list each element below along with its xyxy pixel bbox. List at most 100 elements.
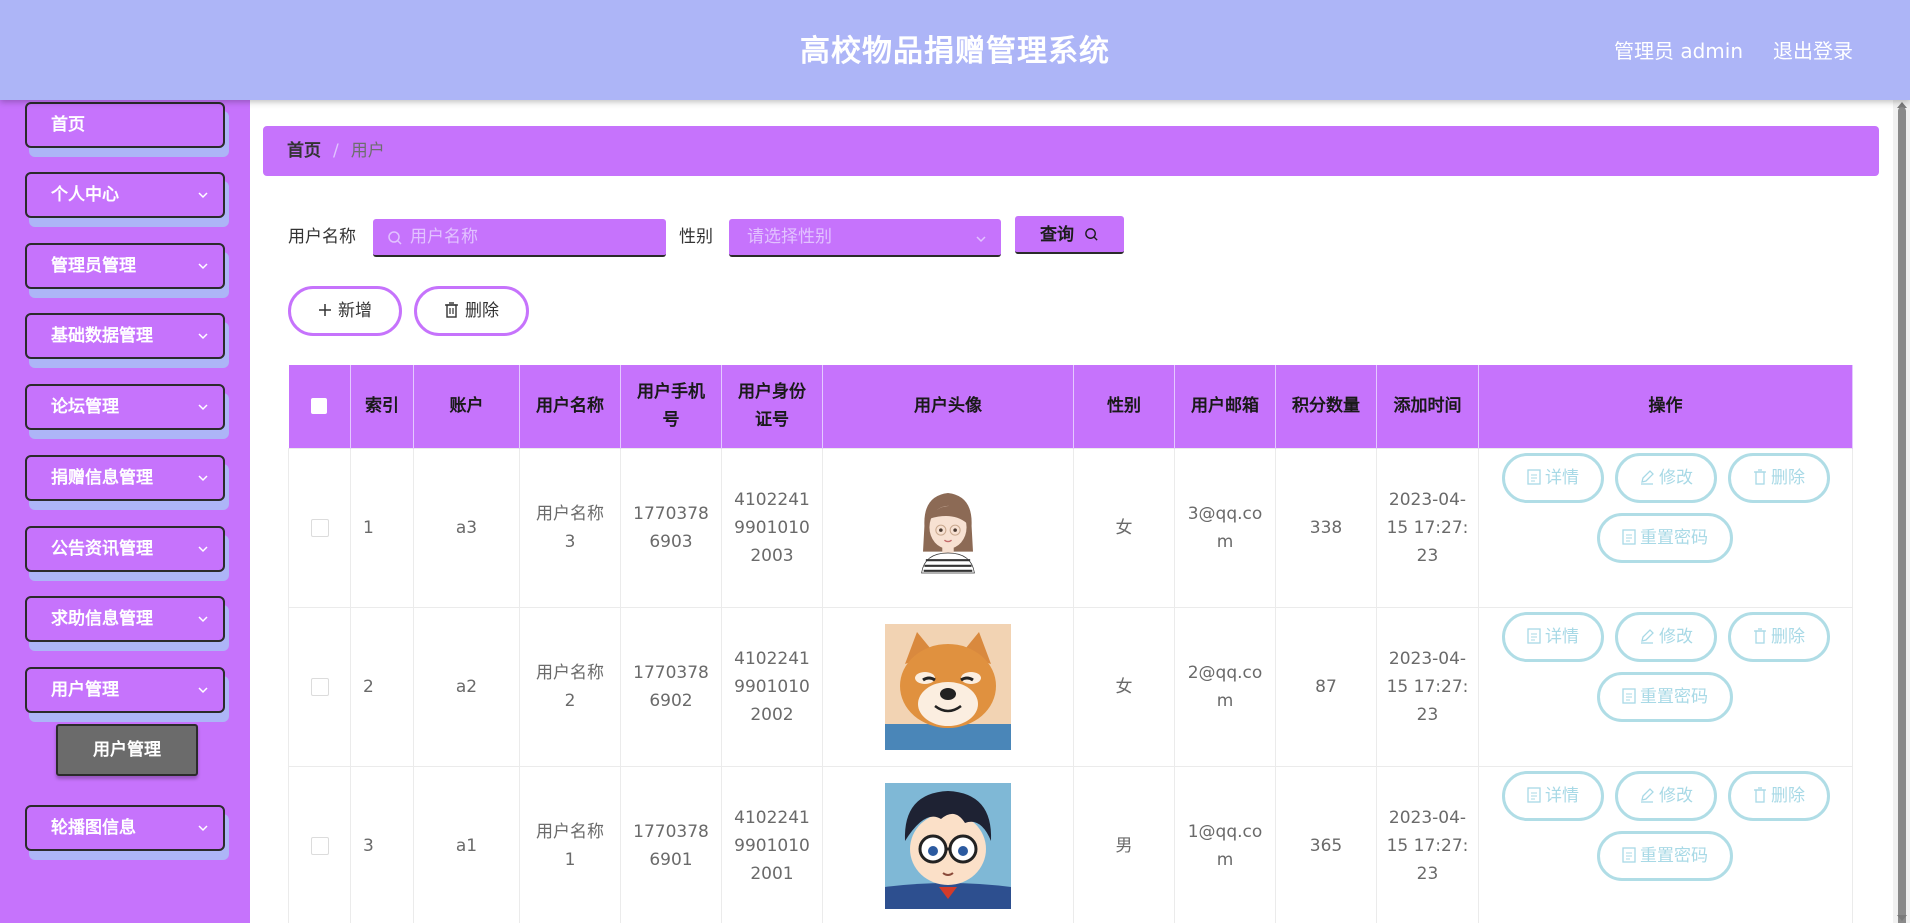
- header-user-name: 用户名称: [519, 365, 621, 448]
- query-button[interactable]: 查询: [1015, 216, 1124, 254]
- row-checkbox[interactable]: [310, 677, 329, 696]
- detail-button[interactable]: 详情: [1502, 770, 1604, 821]
- detail-button[interactable]: 详情: [1502, 452, 1604, 503]
- edit-icon: [1641, 469, 1654, 485]
- user-name-input[interactable]: 用户名称: [373, 219, 666, 257]
- header-account: 账户: [413, 365, 520, 448]
- user-name-label: 用户名称: [288, 227, 356, 247]
- cell-time: 2023-04- 15 17:27: 23: [1376, 447, 1479, 608]
- user-table: 索引 账户 用户名称 用户手机号 用户身份 证号 用户头像 性别 用户邮箱 积分数…: [288, 365, 1853, 923]
- table-row: 2 a2 用户名称 2 1770378 6902 4102241 9901010 200…: [288, 606, 1853, 767]
- breadcrumb: 首页 / 用户: [263, 126, 1879, 176]
- sidebar-item-announcements[interactable]: 公告资讯管理: [25, 526, 229, 581]
- user-name-placeholder: 用户名称: [410, 227, 478, 247]
- chevron-down-icon: [198, 687, 208, 694]
- breadcrumb-current: 用户: [350, 141, 385, 161]
- sidebar-item-label: 求助信息管理: [51, 609, 153, 629]
- document-icon: [1622, 846, 1636, 863]
- cell-time: 2023-04- 15 17:27: 23: [1376, 765, 1479, 923]
- chevron-down-icon: [198, 546, 208, 553]
- sidebar-item-admin-management[interactable]: 管理员管理: [25, 243, 229, 298]
- chevron-down-icon: [198, 825, 208, 832]
- select-all-checkbox[interactable]: [311, 398, 328, 415]
- cell-gender: 女: [1073, 606, 1175, 767]
- document-icon: [1622, 528, 1636, 545]
- chevron-down-icon: [198, 192, 208, 199]
- header-index: 索引: [350, 365, 414, 448]
- add-label: 新增: [338, 301, 372, 321]
- sidebar-item-carousel[interactable]: 轮播图信息: [25, 805, 229, 860]
- sidebar-item-basic-data[interactable]: 基础数据管理: [25, 313, 229, 368]
- sidebar-item-label: 公告资讯管理: [51, 539, 153, 559]
- cell-account: a3: [413, 447, 520, 608]
- row-checkbox[interactable]: [310, 836, 329, 855]
- cell-id-card: 4102241 9901010 2001: [721, 765, 823, 923]
- cell-email: 1@qq.co m: [1174, 765, 1276, 923]
- header-gender: 性别: [1073, 365, 1175, 448]
- chevron-down-icon: [198, 333, 208, 340]
- breadcrumb-separator: /: [333, 141, 339, 161]
- row-delete-button[interactable]: 删除: [1728, 452, 1830, 503]
- plus-icon: [319, 304, 331, 316]
- cell-points: 87: [1275, 606, 1377, 767]
- search-icon: [1085, 228, 1098, 241]
- cell-account: a1: [413, 765, 520, 923]
- trash-icon: [1754, 786, 1766, 803]
- document-icon: [1622, 687, 1636, 704]
- search-icon: [388, 231, 402, 245]
- breadcrumb-home[interactable]: 首页: [287, 141, 321, 161]
- row-delete-button[interactable]: 删除: [1728, 611, 1830, 662]
- edit-icon: [1641, 787, 1654, 803]
- cell-points: 365: [1275, 765, 1377, 923]
- trash-icon: [445, 302, 458, 318]
- sidebar-item-home[interactable]: 首页: [25, 102, 229, 157]
- gender-select[interactable]: 请选择性别: [729, 219, 1001, 257]
- shiba-dog-avatar-image: [885, 623, 1011, 750]
- header-points: 积分数量: [1275, 365, 1377, 448]
- sidebar-subitem-user-management[interactable]: 用户管理: [56, 724, 198, 776]
- admin-user-label: 管理员 admin: [1613, 39, 1743, 63]
- detail-button[interactable]: 详情: [1502, 611, 1604, 662]
- row-delete-button[interactable]: 删除: [1728, 770, 1830, 821]
- table-header-row: 索引 账户 用户名称 用户手机号 用户身份 证号 用户头像 性别 用户邮箱 积分数…: [288, 365, 1853, 448]
- sidebar-item-label: 首页: [51, 115, 85, 135]
- sidebar-item-label: 轮播图信息: [51, 818, 136, 838]
- cell-points: 338: [1275, 447, 1377, 608]
- add-button[interactable]: 新增: [288, 286, 402, 336]
- vertical-scrollbar[interactable]: [1893, 100, 1910, 923]
- header-time: 添加时间: [1376, 365, 1479, 448]
- edit-button[interactable]: 修改: [1615, 770, 1717, 821]
- sidebar-item-personal-center[interactable]: 个人中心: [25, 172, 229, 227]
- batch-delete-button[interactable]: 删除: [414, 286, 529, 336]
- sidebar-item-help-requests[interactable]: 求助信息管理: [25, 596, 229, 651]
- cell-email: 3@qq.co m: [1174, 447, 1276, 608]
- document-icon: [1527, 627, 1541, 644]
- girl-avatar-image: [903, 482, 993, 573]
- scrollbar-thumb[interactable]: [1898, 107, 1906, 923]
- cell-phone: 1770378 6903: [620, 447, 722, 608]
- reset-password-button[interactable]: 重置密码: [1597, 671, 1733, 722]
- gender-label: 性别: [679, 227, 713, 247]
- cell-id-card: 4102241 9901010 2003: [721, 447, 823, 608]
- reset-password-button[interactable]: 重置密码: [1597, 830, 1733, 881]
- edit-button[interactable]: 修改: [1615, 452, 1717, 503]
- scroll-down-arrow-icon[interactable]: [1897, 915, 1907, 921]
- cell-time: 2023-04- 15 17:27: 23: [1376, 606, 1479, 767]
- sidebar-item-label: 个人中心: [51, 185, 119, 205]
- row-checkbox[interactable]: [310, 518, 329, 537]
- cell-email: 2@qq.co m: [1174, 606, 1276, 767]
- header-phone: 用户手机号: [620, 365, 722, 448]
- sidebar-item-user-management[interactable]: 用户管理: [25, 667, 229, 722]
- trash-icon: [1754, 627, 1766, 644]
- sidebar-item-donation-info[interactable]: 捐赠信息管理: [25, 455, 229, 510]
- reset-password-button[interactable]: 重置密码: [1597, 512, 1733, 563]
- cell-id-card: 4102241 9901010 2002: [721, 606, 823, 767]
- logout-link[interactable]: 退出登录: [1773, 0, 1853, 102]
- table-row: 3 a1 用户名称 1 1770378 6901 4102241 9901010 200…: [288, 765, 1853, 923]
- top-header: 高校物品捐赠管理系统 管理员 admin 退出登录: [0, 0, 1910, 100]
- cell-user-name: 用户名称 1: [519, 765, 621, 923]
- sidebar-item-label: 管理员管理: [51, 256, 136, 276]
- select-all-header[interactable]: [288, 365, 351, 448]
- sidebar-item-forum[interactable]: 论坛管理: [25, 384, 229, 439]
- edit-button[interactable]: 修改: [1615, 611, 1717, 662]
